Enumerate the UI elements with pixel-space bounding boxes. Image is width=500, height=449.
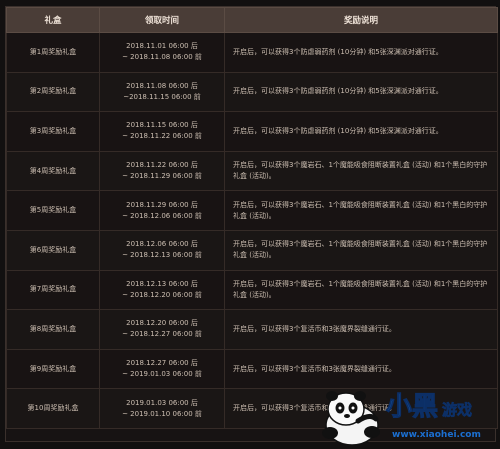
claim-time-end: ~ 2019.01.10 06:00 前 [122,409,202,418]
claim-time-cell: 2018.12.27 06:00 后 ~ 2019.01.03 06:00 前 [99,348,225,390]
gift-box-name: 第7周奖励礼盒 [6,269,100,311]
reward-description: 开启后，可以获得3个复活币和3张魔界裂缝通行证。 [224,348,498,390]
gift-box-name: 第10周奖励礼盒 [6,388,100,429]
claim-time-start: 2018.11.15 06:00 后 [126,121,198,130]
claim-time-start: 2018.12.13 06:00 后 [126,279,198,288]
reward-description: 开启后，可以获得3个魔岩石、1个魔能吸食阻断装置礼盒 (活动) 和1个黑白的守护… [224,190,498,231]
table-row: 第4周奖励礼盒 2018.11.22 06:00 后 ~ 2018.11.29 06… [6,150,498,192]
claim-time-cell: 2018.12.20 06:00 后 ~ 2018.12.27 06:00 前 [99,309,225,350]
gift-box-name: 第5周奖励礼盒 [6,190,100,231]
table-row: 第1周奖励礼盒 2018.11.01 06:00 后 ~ 2018.11.08 06… [6,32,498,73]
header-reward-desc: 奖励说明 [224,7,498,33]
claim-time-start: 2018.11.22 06:00 后 [126,161,198,170]
claim-time-start: 2018.11.01 06:00 后 [126,42,198,51]
gift-box-name: 第1周奖励礼盒 [6,32,100,73]
claim-time-start: 2018.12.06 06:00 后 [126,240,198,249]
claim-time-cell: 2018.11.15 06:00 后 ~ 2018.11.22 06:00 前 [99,111,225,152]
claim-time-end: ~ 2018.12.13 06:00 前 [122,251,202,260]
reward-description: 开启后，可以获得3个防虐弱药剂 (10分钟) 和5张深渊派对通行证。 [224,71,498,113]
gift-box-name: 第8周奖励礼盒 [6,309,100,350]
claim-time-end: ~ 2019.01.03 06:00 前 [122,370,202,379]
claim-time-start: 2018.11.08 06:00 后 [126,81,198,90]
reward-description: 开启后，可以获得3个魔岩石、1个魔能吸食阻断装置礼盒 (活动) 和1个黑白的守护… [224,229,498,271]
gift-box-name: 第3周奖励礼盒 [6,111,100,152]
table-row: 第10周奖励礼盒 2019.01.03 06:00 后 ~ 2019.01.10 0… [6,388,498,429]
header-gift-box: 礼盒 [6,7,100,33]
claim-time-cell: 2018.12.13 06:00 后 ~ 2018.12.20 06:00 前 [99,269,225,311]
claim-time-end: ~2018.11.15 06:00 前 [123,92,201,101]
gift-box-name: 第4周奖励礼盒 [6,150,100,192]
claim-time-end: ~ 2018.11.29 06:00 前 [122,172,202,181]
table-row: 第5周奖励礼盒 2018.11.29 06:00 后 ~ 2018.12.06 06… [6,190,498,231]
gift-box-name: 第2周奖励礼盒 [6,71,100,113]
table-row: 第7周奖励礼盒 2018.12.13 06:00 后 ~ 2018.12.20 06… [6,269,498,311]
claim-time-cell: 2018.11.08 06:00 后 ~2018.11.15 06:00 前 [99,71,225,113]
claim-time-cell: 2019.01.03 06:00 后 ~ 2019.01.10 06:00 前 [99,388,225,429]
reward-description: 开启后，可以获得3个防虐弱药剂 (10分钟) 和5张深渊派对通行证。 [224,111,498,152]
claim-time-cell: 2018.11.29 06:00 后 ~ 2018.12.06 06:00 前 [99,190,225,231]
claim-time-end: ~ 2018.12.20 06:00 前 [122,290,202,299]
reward-table: 礼盒 领取时间 奖励说明 第1周奖励礼盒 2018.11.01 06:00 后 ~ … [6,7,498,429]
table-row: 第3周奖励礼盒 2018.11.15 06:00 后 ~ 2018.11.22 06… [6,111,498,152]
claim-time-start: 2018.12.20 06:00 后 [126,319,198,328]
reward-description: 开启后，可以获得3个复活币和3张魔界裂缝通行证。 [224,388,498,429]
gift-box-name: 第6周奖励礼盒 [6,229,100,271]
reward-description: 开启后，可以获得3个复活币和3张魔界裂缝通行证。 [224,309,498,350]
gift-box-name: 第9周奖励礼盒 [6,348,100,390]
claim-time-start: 2019.01.03 06:00 后 [126,398,198,407]
reward-table-container: 礼盒 领取时间 奖励说明 第1周奖励礼盒 2018.11.01 06:00 后 ~ … [5,6,498,442]
claim-time-end: ~ 2018.12.27 06:00 前 [122,330,202,339]
reward-description: 开启后，可以获得3个魔岩石、1个魔能吸食阻断装置礼盒 (活动) 和1个黑白的守护… [224,150,498,192]
claim-time-end: ~ 2018.11.08 06:00 前 [122,53,202,62]
claim-time-start: 2018.12.27 06:00 后 [126,359,198,368]
claim-time-cell: 2018.12.06 06:00 后 ~ 2018.12.13 06:00 前 [99,229,225,271]
table-row: 第8周奖励礼盒 2018.12.20 06:00 后 ~ 2018.12.27 06… [6,309,498,350]
table-header-row: 礼盒 领取时间 奖励说明 [6,7,498,33]
header-claim-time: 领取时间 [99,7,225,33]
claim-time-cell: 2018.11.22 06:00 后 ~ 2018.11.29 06:00 前 [99,150,225,192]
table-row: 第9周奖励礼盒 2018.12.27 06:00 后 ~ 2019.01.03 06… [6,348,498,390]
claim-time-cell: 2018.11.01 06:00 后 ~ 2018.11.08 06:00 前 [99,32,225,73]
reward-description: 开启后，可以获得3个魔岩石、1个魔能吸食阻断装置礼盒 (活动) 和1个黑白的守护… [224,269,498,311]
claim-time-end: ~ 2018.12.06 06:00 前 [122,211,202,220]
claim-time-start: 2018.11.29 06:00 后 [126,200,198,209]
reward-description: 开启后，可以获得3个防虐弱药剂 (10分钟) 和5张深渊派对通行证。 [224,32,498,73]
table-row: 第2周奖励礼盒 2018.11.08 06:00 后 ~2018.11.15 06:… [6,71,498,113]
claim-time-end: ~ 2018.11.22 06:00 前 [122,132,202,141]
table-row: 第6周奖励礼盒 2018.12.06 06:00 后 ~ 2018.12.13 06… [6,229,498,271]
